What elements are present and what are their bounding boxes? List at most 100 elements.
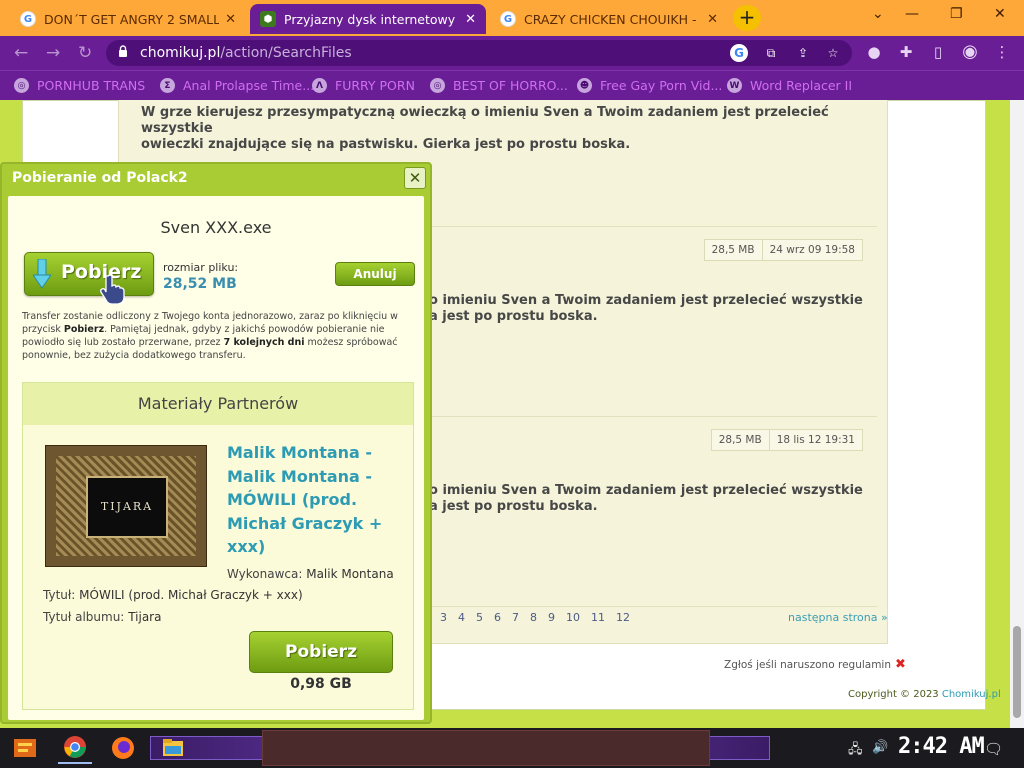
download-button[interactable]: Pobierz xyxy=(24,252,154,296)
tab-title: DON´T GET ANGRY 2 SMALL xyxy=(44,11,220,27)
clock[interactable]: 2:42 AM xyxy=(898,734,985,759)
page-link[interactable]: 6 xyxy=(494,611,501,624)
tab-bar: G DON´T GET ANGRY 2 SMALL ✕ ⬢ Przyjazny … xyxy=(0,0,1024,36)
browser-tab-1[interactable]: G DON´T GET ANGRY 2 SMALL ✕ xyxy=(10,4,246,34)
close-dialog-button[interactable]: ✕ xyxy=(404,167,426,189)
file-size: 28,5 MB xyxy=(718,434,762,446)
chevron-down-icon[interactable]: ⌄ xyxy=(872,6,884,22)
volume-icon[interactable]: 🔊 xyxy=(872,740,888,755)
notification-icon[interactable]: 🗨 xyxy=(984,740,1003,758)
chrome-icon xyxy=(64,736,86,758)
next-page-link[interactable]: następna strona » xyxy=(788,611,888,624)
file-meta: 28,5 MB 18 lis 12 19:31 xyxy=(710,429,863,451)
close-tab-icon[interactable]: ✕ xyxy=(225,12,236,27)
page-link[interactable]: 12 xyxy=(616,611,630,624)
translate-icon[interactable]: ⧉ xyxy=(762,44,780,62)
minimize-icon[interactable]: — xyxy=(905,6,919,22)
page-link[interactable]: 3 xyxy=(440,611,447,624)
page-link[interactable]: 11 xyxy=(591,611,605,624)
artist-row: Wykonawca: Malik Montana xyxy=(227,567,394,581)
browser-tab-3[interactable]: G CRAZY CHICKEN CHOUIKH - C ✕ xyxy=(490,4,728,34)
firefox-taskbar-button[interactable] xyxy=(106,732,140,764)
network-icon[interactable]: 🖧 xyxy=(848,740,863,762)
file-explorer-taskbar-button[interactable] xyxy=(156,732,190,764)
menu-icon[interactable]: ⋮ xyxy=(992,43,1012,63)
tab-title: Przyjazny dysk internetowy - C xyxy=(284,11,460,27)
window-preview[interactable] xyxy=(262,730,710,766)
album-cover[interactable]: TIJARA xyxy=(45,445,207,567)
new-tab-button[interactable]: + xyxy=(733,5,761,31)
bookmark-5[interactable]: ☻ Free Gay Porn Vid... xyxy=(577,78,722,93)
album-frame: TIJARA xyxy=(56,456,196,556)
extensions-puzzle-icon[interactable]: ✚ xyxy=(896,43,916,63)
close-tab-icon[interactable]: ✕ xyxy=(465,12,476,27)
page-link[interactable]: 9 xyxy=(548,611,555,624)
url-field[interactable]: chomikuj.pl/action/SearchFiles G ⧉ ⇪ ☆ xyxy=(106,40,852,66)
bookmark-label: Free Gay Porn Vid... xyxy=(600,78,723,93)
download-dialog: Pobieranie od Polack2 ✕ Sven XXX.exe Pob… xyxy=(0,162,432,724)
back-icon[interactable]: ← xyxy=(14,43,28,63)
page-link[interactable]: 4 xyxy=(458,611,465,624)
url-path: /action/SearchFiles xyxy=(220,45,352,61)
page-link[interactable]: 10 xyxy=(566,611,580,624)
file-meta: 28,5 MB 24 wrz 09 19:58 xyxy=(703,239,863,261)
copyright: Copyright © 2023 Chomikuj.pl xyxy=(848,689,1001,700)
report-link[interactable]: Zgłoś jeśli naruszono regulamin ✖ xyxy=(724,657,906,672)
bookmark-label: Word Replacer II xyxy=(750,78,853,93)
title-label: Tytuł: xyxy=(43,588,76,602)
info-bold: 7 kolejnych dni xyxy=(223,337,305,348)
firefox-icon xyxy=(112,737,134,759)
bookmark-6[interactable]: W Word Replacer II xyxy=(727,78,852,93)
close-tab-icon[interactable]: ✕ xyxy=(707,12,718,27)
transfer-info: Transfer zostanie odliczony z Twojego ko… xyxy=(22,310,412,362)
report-text: Zgłoś jeśli naruszono regulamin xyxy=(724,659,891,671)
artist-value: Malik Montana xyxy=(306,567,394,581)
title-value: MÓWILI (prod. Michał Graczyk + xxx) xyxy=(79,588,303,602)
page-link[interactable]: 8 xyxy=(530,611,537,624)
side-panel-icon[interactable]: ▯ xyxy=(928,43,948,63)
tab-title: CRAZY CHICKEN CHOUIKH - C xyxy=(524,11,702,27)
copyright-link[interactable]: Chomikuj.pl xyxy=(942,689,1001,700)
globe-icon: ◎ xyxy=(14,78,29,93)
share-icon[interactable]: ⇪ xyxy=(794,44,812,62)
profile-icon[interactable]: ◉ xyxy=(960,41,980,62)
bookmark-4[interactable]: ◎ BEST OF HORRO... xyxy=(430,78,568,93)
bookmark-label: Anal Prolapse Time... xyxy=(183,78,315,93)
bookmark-2[interactable]: Σ Anal Prolapse Time... xyxy=(160,78,314,93)
avatar-extension-icon[interactable]: ● xyxy=(864,43,884,63)
file-size-label: rozmiar pliku: xyxy=(163,261,239,274)
google-icon[interactable]: G xyxy=(730,44,748,62)
google-icon: G xyxy=(500,11,516,27)
forward-icon[interactable]: → xyxy=(46,43,60,63)
bookmark-label: FURRY PORN xyxy=(335,78,415,93)
file-name: Sven XXX.exe xyxy=(160,218,272,237)
chomikuj-icon: ⬢ xyxy=(260,11,276,27)
close-window-icon[interactable]: ✕ xyxy=(994,6,1006,22)
start-button[interactable] xyxy=(8,732,42,764)
folder-icon xyxy=(163,739,183,756)
page-link[interactable]: 7 xyxy=(512,611,519,624)
album-label: Tytuł albumu: xyxy=(43,610,125,624)
album-value: Tijara xyxy=(128,610,162,624)
bookmark-1[interactable]: ◎ PORNHUB TRANS xyxy=(14,78,145,93)
partner-download-button[interactable]: Pobierz xyxy=(249,631,393,673)
browser-tab-2[interactable]: ⬢ Przyjazny dysk internetowy - C ✕ xyxy=(250,4,486,34)
taskbar: 🖧 🔊 2:42 AM 🗨 xyxy=(0,728,1024,768)
bookmark-label: PORNHUB TRANS xyxy=(37,78,146,93)
page-scrollbar[interactable] xyxy=(1010,100,1024,728)
partner-download-size: 0,98 GB xyxy=(290,676,352,692)
cancel-button[interactable]: Anuluj xyxy=(335,262,415,286)
star-icon[interactable]: ☆ xyxy=(824,44,842,62)
restore-icon[interactable]: ❐ xyxy=(950,6,963,22)
chrome-taskbar-button[interactable] xyxy=(58,732,92,764)
lock-icon[interactable] xyxy=(118,45,128,57)
file-size: 28,5 MB xyxy=(711,244,755,256)
extension-icon: W xyxy=(727,78,742,93)
bookmark-3[interactable]: Λ FURRY PORN xyxy=(312,78,415,93)
page-link[interactable]: 5 xyxy=(476,611,483,624)
reload-icon[interactable]: ↻ xyxy=(78,43,92,63)
track-title-link[interactable]: Malik Montana - Malik Montana - MÓWILI (… xyxy=(227,441,397,559)
file-size-value: 28,52 MB xyxy=(163,276,237,292)
scrollbar-thumb[interactable] xyxy=(1013,626,1021,718)
globe-icon: ◎ xyxy=(430,78,445,93)
